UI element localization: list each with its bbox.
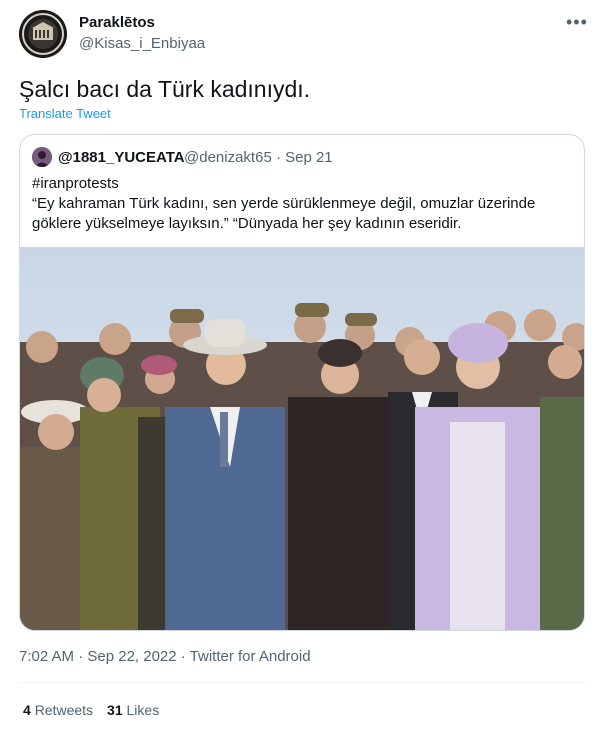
author-handle[interactable]: @Kisas_i_Enbiyaa (79, 35, 205, 52)
quoted-tweet-photo[interactable] (20, 247, 584, 630)
tweet: Paraklētos @Kisas_i_Enbiyaa ••• Şalcı ba… (0, 0, 600, 737)
stats-divider (19, 682, 585, 683)
quoted-tweet-text: #iranprotests “Ey kahraman Türk kadını, … (32, 174, 572, 234)
quoted-tweet-hashtag: #iranprotests (32, 175, 119, 192)
likes-label: Likes (126, 702, 160, 718)
author-display-name[interactable]: Paraklētos (79, 14, 155, 31)
tweet-text: Şalcı bacı da Türk kadınıydı. (19, 76, 311, 102)
quoted-tweet-line: göklere yükselmeye layıksın.” “Dünyada h… (32, 215, 462, 232)
likes-stat[interactable]: 31 Likes (107, 702, 159, 718)
retweets-stat[interactable]: 4 Retweets (23, 702, 93, 718)
translate-tweet-link[interactable]: Translate Tweet (19, 106, 111, 121)
author-avatar[interactable] (19, 10, 67, 58)
author-avatar-emblem-icon (19, 10, 67, 58)
retweets-count: 4 (23, 702, 31, 718)
quoted-author-avatar-icon (32, 147, 52, 167)
group-photo-image (20, 247, 584, 630)
likes-count: 31 (107, 702, 123, 718)
quoted-author-name[interactable]: @1881_YUCEATA (58, 149, 185, 166)
retweets-label: Retweets (34, 702, 94, 718)
quoted-author-avatar[interactable] (32, 147, 52, 167)
quoted-author-handle-date[interactable]: @denizakt65 · Sep 21 (184, 149, 333, 166)
tweet-stats: 4 Retweets 31 Likes (23, 702, 159, 718)
quoted-tweet-line: “Ey kahraman Türk kadını, sen yerde sürü… (32, 195, 536, 212)
tweet-timestamp[interactable]: 7:02 AM · Sep 22, 2022 · Twitter for And… (19, 648, 311, 665)
quoted-tweet[interactable]: @1881_YUCEATA @denizakt65 · Sep 21 #iran… (19, 134, 585, 631)
more-options-icon[interactable]: ••• (566, 12, 588, 33)
